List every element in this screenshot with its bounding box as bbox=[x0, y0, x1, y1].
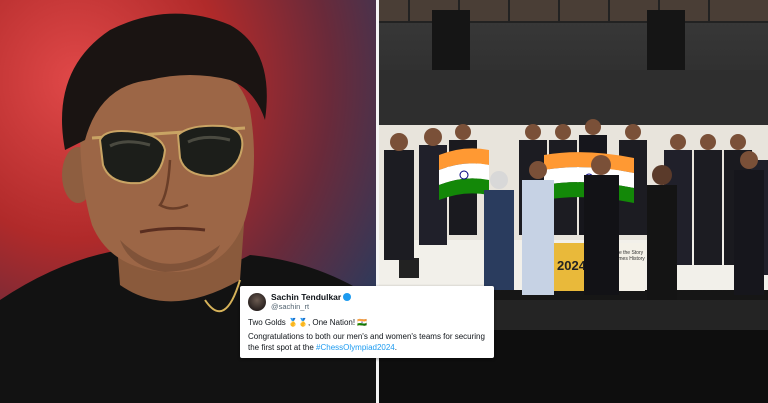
tweet-body: Congratulations to both our men's and wo… bbox=[248, 332, 486, 353]
tweet-card[interactable]: Sachin Tendulkar @sachin_rt Two Golds 🥇🥇… bbox=[240, 286, 494, 358]
tweet-author: Sachin Tendulkar @sachin_rt bbox=[271, 292, 352, 312]
author-handle[interactable]: @sachin_rt bbox=[271, 302, 351, 312]
verified-icon bbox=[343, 293, 352, 301]
speaker-right bbox=[647, 10, 685, 70]
indian-flag-left bbox=[439, 148, 489, 200]
hashtag-link[interactable]: #ChessOlympiad2024 bbox=[316, 343, 395, 352]
year-label: 2024 bbox=[557, 258, 587, 273]
back-wall bbox=[379, 70, 768, 125]
author-name[interactable]: Sachin Tendulkar bbox=[271, 292, 352, 302]
tweet-body-end: . bbox=[394, 342, 397, 352]
tweet-line1: Two Golds 🥇🥇, One Nation! 🇮🇳 bbox=[248, 318, 368, 327]
author-name-text: Sachin Tendulkar bbox=[271, 292, 342, 302]
speaker-left bbox=[432, 10, 470, 70]
avatar[interactable] bbox=[248, 293, 266, 311]
chessboard-sign bbox=[399, 258, 419, 278]
tweet-header: Sachin Tendulkar @sachin_rt bbox=[248, 291, 486, 313]
